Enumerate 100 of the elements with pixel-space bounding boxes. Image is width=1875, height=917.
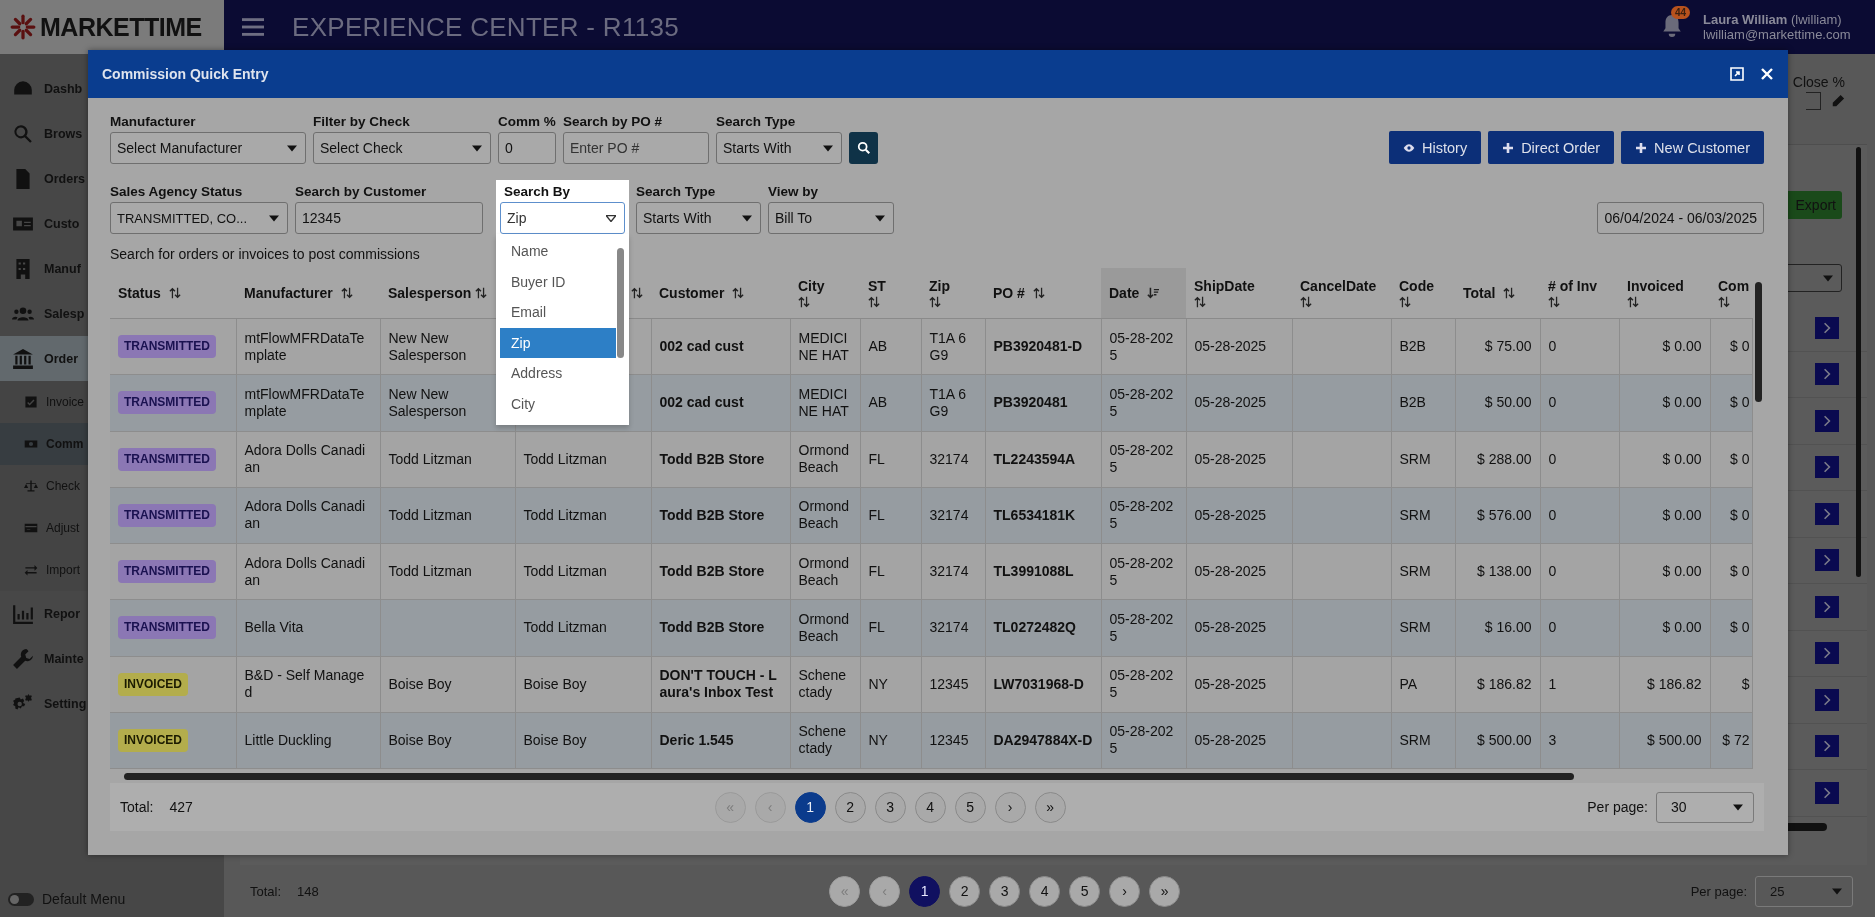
status-badge: TRANSMITTED	[118, 560, 216, 584]
page-title: EXPERIENCE CENTER - R1135	[292, 11, 679, 43]
table-cell: $ 0.00	[1662, 563, 1702, 580]
table-cell: $ 0	[1730, 563, 1750, 580]
table-cell: 05-28-2025	[1194, 450, 1267, 467]
table-cell: FL	[868, 563, 885, 580]
table-cell: B2B	[1399, 338, 1426, 355]
table-cell: $ 288.00	[1477, 450, 1532, 467]
table-cell: B&D - Self Managed	[244, 667, 365, 701]
per-page-label: Per page:	[1587, 799, 1648, 815]
table-cell: FL	[868, 450, 885, 467]
table-cell: $ 0.00	[1662, 338, 1702, 355]
table-cell: $ 138.00	[1477, 563, 1532, 580]
field-label: Search By	[503, 184, 572, 199]
table-cell: Adora Dolls Canadian	[244, 498, 366, 532]
table-cell: NY	[868, 731, 888, 748]
table-cell: 05-28-2025	[1194, 619, 1267, 636]
table-cell: $ 75.00	[1484, 338, 1532, 355]
table-cell: 0	[1548, 619, 1557, 636]
table-cell: 32174	[929, 450, 969, 467]
table-cell: 05-28-2025	[1194, 563, 1267, 580]
table-cell: $ 0	[1730, 338, 1750, 355]
table-cell: Boise Boy	[388, 731, 452, 748]
status-badge: TRANSMITTED	[118, 447, 216, 471]
table-cell: 05-28-2025	[1194, 506, 1267, 523]
table-cell: 05-28-2025	[1109, 442, 1174, 476]
table-cell: Little Duckling	[244, 731, 332, 748]
table-cell: Todd Litzman	[523, 563, 607, 580]
table-cell: $	[1741, 675, 1750, 692]
table-cell: Bella Vita	[244, 619, 304, 636]
table-cell: 05-28-2025	[1109, 329, 1174, 363]
table-cell: SRM	[1399, 731, 1431, 748]
user-email: lwilliam@markettime.com	[1703, 27, 1852, 42]
table-cell: Boise Boy	[388, 675, 452, 692]
table-cell: $ 0	[1730, 450, 1750, 467]
table-cell: NY	[868, 675, 888, 692]
table-cell: Ormond Beach	[798, 610, 850, 644]
table-cell: PB3920481	[993, 394, 1068, 411]
table-cell: $ 0	[1730, 394, 1750, 411]
table-cell: DA2947884X-D	[993, 731, 1093, 748]
table-cell: 0	[1548, 450, 1557, 467]
table-cell: SRM	[1399, 619, 1431, 636]
table-cell: $ 0	[1730, 619, 1750, 636]
table-cell: Boise Boy	[523, 731, 587, 748]
table-cell: Ormond Beach	[798, 554, 850, 588]
column-label: Close %	[1792, 74, 1845, 90]
hint-text: Search for orders or invoices to post commissions	[110, 246, 420, 262]
table-cell: MEDICINE HAT	[798, 385, 849, 419]
table-cell: TL3991088L	[993, 563, 1074, 580]
table-cell: PA	[1399, 675, 1418, 692]
table-cell: $ 576.00	[1477, 506, 1532, 523]
table-cell: 12345	[929, 731, 969, 748]
table-cell: $ 0.00	[1662, 619, 1702, 636]
table-cell: AB	[868, 338, 888, 355]
status-badge: INVOICED	[118, 728, 188, 752]
table-cell: $ 186.82	[1477, 675, 1532, 692]
table-cell: 05-28-2025	[1109, 385, 1174, 419]
table-cell: $ 0.00	[1662, 394, 1702, 411]
notification-badge: 44	[1671, 6, 1691, 19]
table-cell: LW7031968-D	[993, 675, 1084, 692]
table-cell: TL2243594A	[993, 450, 1076, 467]
field-label: Manufacturer	[110, 114, 197, 129]
table-cell: 0	[1548, 506, 1557, 523]
table-cell: TL0272482Q	[993, 619, 1076, 636]
table-cell: SRM	[1399, 506, 1431, 523]
table-cell: 05-28-2025	[1109, 723, 1174, 757]
table-cell: 0	[1548, 394, 1557, 411]
table-cell: Adora Dolls Canadian	[244, 554, 366, 588]
table-cell: 32174	[929, 506, 969, 523]
logo-text: MARKETTIME	[40, 12, 202, 42]
table-cell: Todd Litzman	[523, 619, 607, 636]
field-label: Filter by Check	[313, 114, 411, 129]
table-cell: 002 cad cust	[659, 338, 744, 355]
field-label: Comm %	[498, 114, 556, 129]
table-cell: 0	[1548, 563, 1557, 580]
table-cell: Todd Litzman	[523, 450, 607, 467]
table-cell: TL6534181K	[993, 506, 1076, 523]
table-cell: $ 50.00	[1484, 394, 1532, 411]
table-cell: Todd Litzman	[388, 506, 472, 523]
table-cell: 1	[1548, 675, 1557, 692]
status-badge: TRANSMITTED	[118, 391, 216, 415]
table-cell: $ 16.00	[1484, 619, 1532, 636]
table-cell: 3	[1548, 731, 1557, 748]
table-cell: $ 500.00	[1477, 731, 1532, 748]
table-cell: 05-28-2025	[1109, 554, 1174, 588]
table-cell: 0	[1548, 338, 1557, 355]
table-cell: 12345	[929, 675, 969, 692]
field-label: Search by PO #	[563, 114, 664, 129]
table-cell: Adora Dolls Canadian	[244, 442, 366, 476]
status-badge: INVOICED	[118, 672, 188, 696]
table-cell: Todd Litzman	[523, 506, 607, 523]
table-cell: 05-28-2025	[1109, 667, 1174, 701]
field-label: Search Type	[636, 184, 717, 199]
table-cell: DON'T TOUCH - Laura's Inbox Test	[659, 667, 777, 701]
table-cell: Todd B2B Store	[659, 619, 765, 636]
table-cell: Ormond Beach	[798, 442, 850, 476]
table-cell: SRM	[1399, 563, 1431, 580]
table-cell: Deric 1.545	[659, 731, 734, 748]
table-cell: $ 0.00	[1662, 450, 1702, 467]
table-cell: SRM	[1399, 450, 1431, 467]
